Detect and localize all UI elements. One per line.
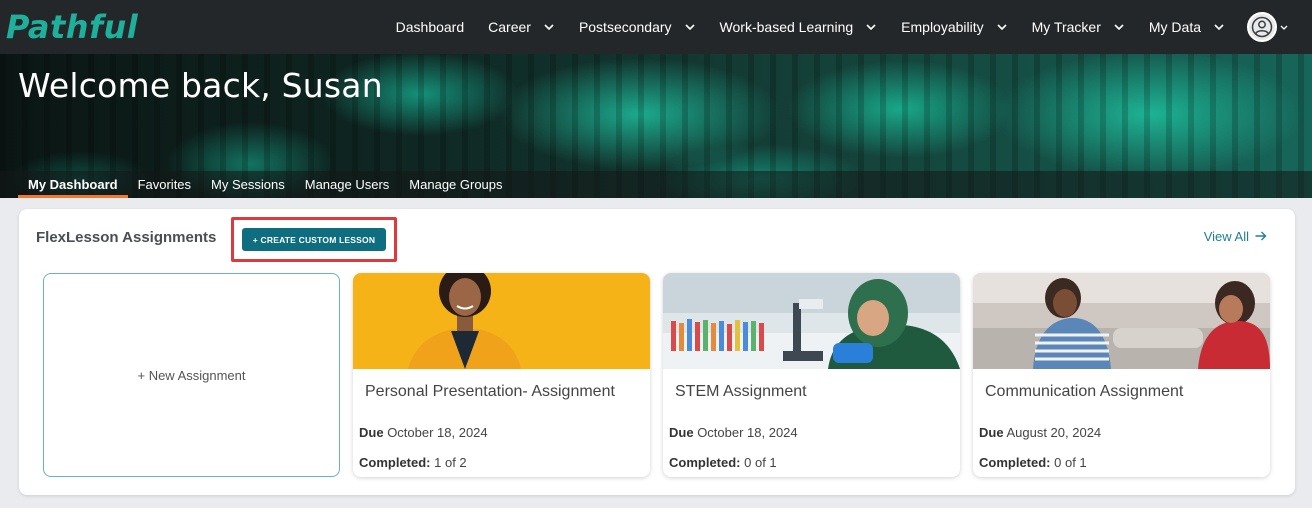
- chevron-down-icon: [1213, 21, 1225, 33]
- assignment-title: Personal Presentation- Assignment: [365, 383, 615, 400]
- welcome-hero: Welcome back, Susan My Dashboard Favorit…: [0, 54, 1312, 198]
- nav-item-postsecondary[interactable]: Postsecondary: [579, 19, 696, 35]
- nav-item-label: Postsecondary: [578, 19, 672, 35]
- nav-item-my-tracker[interactable]: My Tracker: [1032, 19, 1125, 35]
- completed-label: Completed:: [669, 455, 741, 470]
- chevron-down-icon: [1113, 21, 1125, 33]
- nav-item-label: Work-based Learning: [719, 19, 854, 35]
- assignment-image: [973, 273, 1270, 369]
- assignment-image: [663, 273, 960, 369]
- view-all-link[interactable]: View All: [1204, 229, 1267, 244]
- assignment-completed: Completed: 1 of 2: [359, 455, 467, 470]
- due-label: Due: [979, 425, 1004, 440]
- pathful-logo[interactable]: Pathful: [6, 4, 138, 50]
- assignment-title: Communication Assignment: [985, 383, 1184, 400]
- assignment-completed: Completed: 0 of 1: [669, 455, 777, 470]
- assignment-title: STEM Assignment: [675, 383, 807, 400]
- assignment-card[interactable]: Communication Assignment Due August 20, …: [973, 273, 1270, 477]
- tab-my-sessions[interactable]: My Sessions: [201, 171, 295, 198]
- completed-count: 0 of 1: [744, 455, 777, 470]
- nav-item-career[interactable]: Career: [488, 19, 555, 35]
- new-assignment-card[interactable]: + New Assignment: [43, 273, 340, 477]
- tab-favorites[interactable]: Favorites: [128, 171, 201, 198]
- completed-label: Completed:: [979, 455, 1051, 470]
- nav-item-label: Dashboard: [395, 19, 465, 35]
- create-custom-lesson-button[interactable]: + CREATE CUSTOM LESSON: [242, 228, 386, 251]
- assignment-due: Due August 20, 2024: [979, 425, 1101, 440]
- new-assignment-label: + New Assignment: [137, 367, 246, 383]
- chevron-down-icon: [1280, 18, 1288, 36]
- nav-item-employability[interactable]: Employability: [901, 19, 1007, 35]
- completed-label: Completed:: [359, 455, 431, 470]
- assignment-completed: Completed: 0 of 1: [979, 455, 1087, 470]
- view-all-label: View All: [1203, 229, 1249, 244]
- flexlesson-assignments-panel: FlexLesson Assignments + CREATE CUSTOM L…: [19, 209, 1295, 495]
- assignment-card[interactable]: STEM Assignment Due October 18, 2024 Com…: [663, 273, 960, 477]
- chevron-down-icon: [996, 21, 1008, 33]
- assignment-due: Due October 18, 2024: [669, 425, 798, 440]
- due-label: Due: [669, 425, 694, 440]
- chevron-down-icon: [865, 21, 877, 33]
- completed-count: 1 of 2: [434, 455, 467, 470]
- nav-item-label: Employability: [901, 19, 984, 35]
- logo-text: Pathful: [6, 8, 139, 46]
- nav-item-label: My Tracker: [1031, 19, 1101, 35]
- chevron-down-icon: [684, 21, 696, 33]
- assignment-due: Due October 18, 2024: [359, 425, 488, 440]
- chevron-down-icon: [543, 21, 555, 33]
- user-menu[interactable]: [1247, 12, 1288, 42]
- section-title: FlexLesson Assignments: [36, 229, 217, 246]
- due-date: October 18, 2024: [697, 425, 798, 440]
- main-nav: Dashboard Career Postsecondary Work-base…: [372, 0, 1288, 54]
- due-date: August 20, 2024: [1006, 425, 1102, 440]
- nav-item-label: My Data: [1148, 19, 1201, 35]
- user-circle-icon: [1247, 12, 1277, 42]
- nav-item-dashboard[interactable]: Dashboard: [396, 19, 465, 35]
- completed-count: 0 of 1: [1054, 455, 1087, 470]
- tab-my-dashboard[interactable]: My Dashboard: [18, 171, 128, 198]
- highlight-box: + CREATE CUSTOM LESSON: [231, 217, 397, 262]
- arrow-right-icon: [1255, 229, 1267, 244]
- tab-manage-groups[interactable]: Manage Groups: [399, 171, 512, 198]
- due-label: Due: [359, 425, 384, 440]
- assignment-image: [353, 273, 650, 369]
- assignment-card[interactable]: Personal Presentation- Assignment Due Oc…: [353, 273, 650, 477]
- nav-item-my-data[interactable]: My Data: [1149, 19, 1225, 35]
- due-date: October 18, 2024: [387, 425, 488, 440]
- nav-item-work-based-learning[interactable]: Work-based Learning: [720, 19, 878, 35]
- top-navbar: Pathful Dashboard Career Postsecondary W…: [0, 0, 1312, 54]
- tab-manage-users[interactable]: Manage Users: [295, 171, 400, 198]
- nav-item-label: Career: [488, 19, 531, 35]
- dashboard-tabs: My Dashboard Favorites My Sessions Manag…: [0, 171, 1312, 198]
- welcome-title: Welcome back, Susan: [18, 66, 383, 105]
